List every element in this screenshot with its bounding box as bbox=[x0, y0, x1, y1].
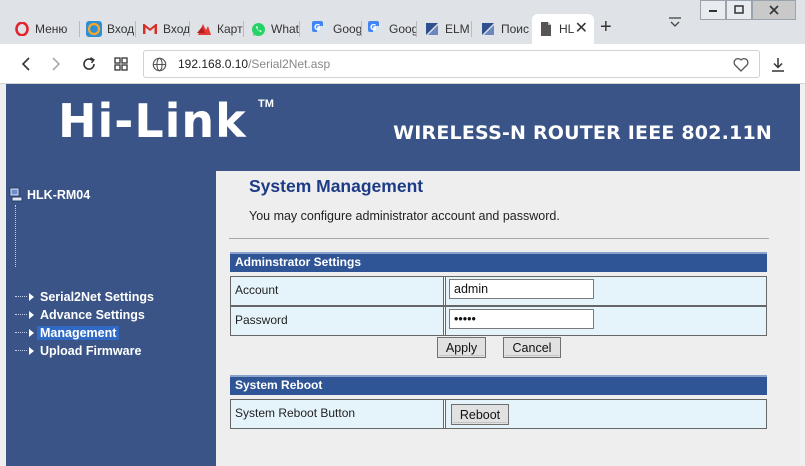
tab-label: Goog bbox=[389, 22, 417, 36]
tab-label: HL bbox=[559, 22, 575, 36]
reboot-button[interactable]: Reboot bbox=[451, 404, 509, 425]
tab-whatsapp[interactable]: What bbox=[244, 14, 300, 44]
tab-gmail[interactable]: Вход bbox=[136, 14, 190, 44]
maps-icon bbox=[196, 21, 212, 37]
sidebar-item-management[interactable]: Management bbox=[15, 326, 120, 340]
address-url: 192.168.0.10/Serial2Net.asp bbox=[178, 57, 330, 71]
tab-google-translate-1[interactable]: G Goog bbox=[306, 14, 362, 44]
tab-label: Вход bbox=[163, 22, 190, 36]
speed-dial-grid-icon[interactable] bbox=[111, 54, 131, 74]
arrow-right-icon bbox=[29, 293, 34, 301]
minimize-window-icon[interactable] bbox=[700, 0, 726, 20]
tab-opera-menu[interactable]: Меню bbox=[8, 14, 80, 44]
elm-icon bbox=[424, 21, 440, 37]
browser-tab-strip: Меню Вход Вход Карт What G Goog G Goog E… bbox=[0, 0, 805, 44]
tab-menu-icon[interactable] bbox=[668, 16, 682, 31]
browser-toolbar: 192.168.0.10/Serial2Net.asp bbox=[0, 44, 805, 84]
tab-search[interactable]: Поис bbox=[474, 14, 530, 44]
url-path: /Serial2Net.asp bbox=[248, 57, 331, 71]
sidebar-item-label: Serial2Net Settings bbox=[40, 290, 154, 304]
tab-label: Меню bbox=[35, 22, 68, 36]
google-translate-icon: G bbox=[368, 21, 384, 37]
sidebar-tree: HLK-RM04 Serial2Net Settings Advance Set… bbox=[6, 171, 216, 466]
sidebar-item-serial2net-settings[interactable]: Serial2Net Settings bbox=[15, 290, 157, 304]
tab-label: Поис bbox=[501, 22, 530, 36]
new-tab-plus-icon[interactable]: + bbox=[600, 17, 612, 37]
tab-active-hlk[interactable]: HL ✕ bbox=[532, 14, 594, 44]
gmail-icon bbox=[142, 21, 158, 37]
banner-tagline: WIRELESS-N ROUTER IEEE 802.11N bbox=[393, 122, 772, 144]
account-row: Account bbox=[230, 276, 767, 306]
tab-maps[interactable]: Карт bbox=[190, 14, 244, 44]
svg-text:G: G bbox=[314, 23, 321, 32]
elm-icon bbox=[480, 21, 496, 37]
arrow-right-icon bbox=[29, 311, 34, 319]
cancel-button[interactable]: Cancel bbox=[503, 337, 561, 358]
address-bar[interactable]: 192.168.0.10/Serial2Net.asp bbox=[143, 50, 760, 78]
hilink-banner: Hi-Link TM WIRELESS-N ROUTER IEEE 802.11… bbox=[6, 84, 800, 171]
divider bbox=[229, 238, 769, 239]
hilink-logo: Hi-Link bbox=[58, 94, 247, 148]
close-tab-icon[interactable]: ✕ bbox=[575, 21, 588, 37]
trademark-mark: TM bbox=[258, 98, 274, 110]
sidebar-item-advance-settings[interactable]: Advance Settings bbox=[15, 308, 148, 322]
computer-icon bbox=[9, 187, 23, 202]
url-host: 192.168.0.10 bbox=[178, 57, 249, 71]
tab-elm[interactable]: ELM bbox=[418, 14, 472, 44]
reload-icon[interactable] bbox=[79, 54, 99, 74]
download-icon[interactable] bbox=[768, 54, 788, 74]
globe-icon bbox=[152, 57, 167, 77]
sidebar-item-label: Upload Firmware bbox=[40, 344, 142, 358]
maximize-window-icon[interactable] bbox=[726, 0, 752, 20]
sidebar-item-label: Advance Settings bbox=[40, 308, 145, 322]
svg-text:G: G bbox=[370, 23, 377, 32]
apply-button[interactable]: Apply bbox=[437, 337, 486, 358]
tab-label: Карт bbox=[217, 22, 243, 36]
tab-label: Вход bbox=[107, 22, 135, 36]
password-input[interactable] bbox=[449, 309, 594, 329]
arrow-right-icon bbox=[29, 347, 34, 355]
whatsapp-icon bbox=[250, 21, 266, 37]
tab-google-translate-2[interactable]: G Goog bbox=[362, 14, 417, 44]
opera-icon bbox=[14, 21, 30, 37]
tree-root-label: HLK-RM04 bbox=[27, 187, 91, 202]
tab-label: Goog bbox=[333, 22, 362, 36]
admin-settings-header: Adminstrator Settings bbox=[230, 252, 767, 272]
page-intro: You may configure administrator account … bbox=[249, 209, 560, 223]
arrow-right-icon bbox=[29, 329, 34, 337]
forward-arrow-icon[interactable] bbox=[46, 54, 66, 74]
google-translate-icon: G bbox=[312, 21, 328, 37]
reboot-row: System Reboot Button Reboot bbox=[230, 399, 767, 429]
mail-ru-icon bbox=[86, 21, 102, 37]
back-arrow-icon[interactable] bbox=[16, 54, 36, 74]
tab-mail-ru[interactable]: Вход bbox=[80, 14, 136, 44]
account-label: Account bbox=[231, 277, 444, 305]
password-row: Password bbox=[230, 306, 767, 336]
bookmark-heart-icon[interactable] bbox=[733, 57, 749, 77]
password-label: Password bbox=[231, 307, 444, 335]
reboot-row-label: System Reboot Button bbox=[231, 400, 444, 428]
document-icon bbox=[538, 21, 554, 37]
system-reboot-header: System Reboot bbox=[230, 375, 767, 395]
main-content: System Management You may configure admi… bbox=[216, 171, 800, 466]
sidebar-item-upload-firmware[interactable]: Upload Firmware bbox=[15, 344, 144, 358]
tab-label: What bbox=[271, 22, 300, 36]
close-window-icon[interactable] bbox=[752, 0, 796, 20]
account-input[interactable] bbox=[449, 279, 594, 299]
sidebar-item-label: Management bbox=[37, 326, 120, 340]
tree-root-device[interactable]: HLK-RM04 bbox=[9, 187, 90, 202]
tab-label: ELM bbox=[445, 22, 470, 36]
router-web-page: Hi-Link TM WIRELESS-N ROUTER IEEE 802.11… bbox=[0, 84, 800, 466]
page-title: System Management bbox=[249, 176, 424, 196]
